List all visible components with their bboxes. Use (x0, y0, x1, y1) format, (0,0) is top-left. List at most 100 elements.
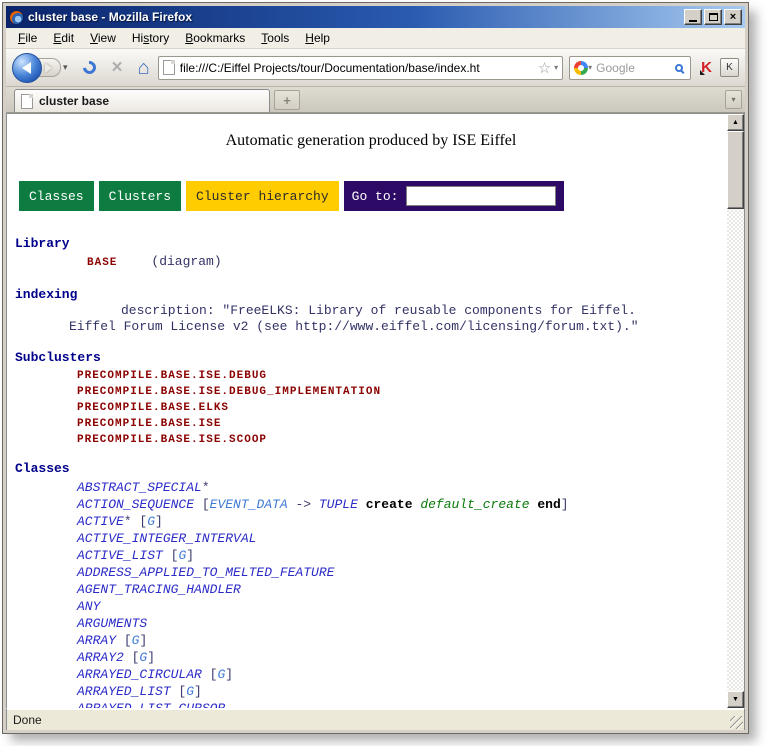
menu-item-history[interactable]: History (124, 29, 177, 47)
goto-input[interactable] (406, 186, 556, 206)
vertical-scrollbar[interactable]: ▲ ▼ (727, 114, 744, 708)
url-text[interactable]: file:///C:/Eiffel Projects/tour/Document… (180, 61, 533, 75)
home-icon[interactable]: ⌂ (138, 58, 150, 78)
code-text: ] (139, 633, 147, 648)
close-icon: × (730, 12, 736, 23)
forward-arrow-icon (45, 63, 52, 73)
code-text: ] (561, 497, 569, 512)
subcluster-link[interactable]: PRECOMPILE.BASE.ISE.SCOOP (77, 432, 727, 448)
kaspersky-icon[interactable]: K (701, 59, 712, 76)
class-row: ARRAY2 [G] (77, 649, 727, 666)
subcluster-list: PRECOMPILE.BASE.ISE.DEBUGPRECOMPILE.BASE… (15, 368, 727, 448)
back-button[interactable] (12, 53, 42, 83)
address-bar[interactable]: file:///C:/Eiffel Projects/tour/Document… (158, 56, 563, 80)
class-row: ANY (77, 598, 727, 615)
subcluster-link[interactable]: PRECOMPILE.BASE.ELKS (77, 400, 727, 416)
subcluster-link[interactable]: PRECOMPILE.BASE.ISE.DEBUG_IMPLEMENTATION (77, 384, 727, 400)
goto-label: Go to: (352, 189, 399, 204)
scroll-up-button[interactable]: ▲ (727, 114, 744, 131)
class-link[interactable]: ACTIVE_INTEGER_INTERVAL (77, 531, 256, 546)
library-entry: BASE (diagram) (15, 253, 727, 271)
class-link[interactable]: ARGUMENTS (77, 616, 147, 631)
maximize-button[interactable] (704, 9, 722, 25)
firefox-icon (9, 10, 24, 25)
code-text (358, 497, 366, 512)
subcluster-link[interactable]: PRECOMPILE.BASE.ISE (77, 416, 727, 432)
minimize-button[interactable] (684, 9, 702, 25)
diagram-link[interactable]: (diagram) (151, 254, 221, 269)
menu-item-file[interactable]: File (10, 29, 45, 47)
base-cluster-link[interactable]: BASE (87, 257, 117, 269)
search-icon[interactable] (675, 64, 683, 72)
code-text: ] (194, 684, 202, 699)
doc-button-row: Classes Clusters Cluster hierarchy Go to… (19, 181, 727, 211)
generic-param-link[interactable]: EVENT_DATA (210, 497, 288, 512)
class-link[interactable]: ACTIVE (77, 514, 124, 529)
page-content: Automatic generation produced by ISE Eif… (7, 114, 727, 708)
history-dropdown-icon[interactable]: ▾ (63, 62, 68, 73)
keyword-text: end (537, 497, 560, 512)
class-link[interactable]: ARRAYED_LIST_CURSOR (77, 701, 225, 708)
url-dropdown-icon[interactable]: ▾ (554, 63, 558, 72)
code-text: ] (155, 514, 163, 529)
class-link[interactable]: ARRAYED_CIRCULAR (77, 667, 202, 682)
class-link[interactable]: ARRAY (77, 633, 116, 648)
code-text: [ (116, 633, 132, 648)
subcluster-link[interactable]: PRECOMPILE.BASE.ISE.DEBUG (77, 368, 727, 384)
page-banner: Automatic generation produced by ISE Eif… (15, 132, 727, 150)
scroll-down-button[interactable]: ▼ (727, 691, 744, 708)
indexing-description-line1: description: "FreeELKS: Library of reusa… (121, 303, 727, 319)
generic-param-link[interactable]: G (186, 684, 194, 699)
title-bar[interactable]: cluster base - Mozilla Firefox × (6, 6, 745, 28)
code-text: * (202, 480, 210, 495)
code-text: [ (163, 548, 179, 563)
class-list: ABSTRACT_SPECIAL* ACTION_SEQUENCE [ EVENT_… (15, 479, 727, 708)
class-link[interactable]: ABSTRACT_SPECIAL (77, 480, 202, 495)
reload-icon[interactable] (80, 58, 98, 76)
feature-link[interactable]: default_create (420, 497, 529, 512)
tab-cluster-base[interactable]: cluster base (14, 89, 270, 112)
window-controls: × (684, 9, 742, 25)
scrollbar-thumb[interactable] (727, 131, 744, 209)
classes-heading: Classes (15, 461, 727, 477)
list-tabs-button[interactable]: ▾ (725, 90, 742, 109)
class-link[interactable]: ARRAYED_LIST (77, 684, 171, 699)
menu-item-bookmarks[interactable]: Bookmarks (177, 29, 253, 47)
resize-grip[interactable] (730, 716, 743, 729)
generic-param-link[interactable]: G (147, 514, 155, 529)
menu-item-view[interactable]: View (82, 29, 124, 47)
class-link[interactable]: AGENT_TRACING_HANDLER (77, 582, 241, 597)
content-viewport: Automatic generation produced by ISE Eif… (6, 113, 745, 708)
new-tab-button[interactable]: + (274, 90, 300, 110)
bookmark-star-icon[interactable]: ☆ (538, 59, 551, 77)
class-row: ACTIVE_INTEGER_INTERVAL (77, 530, 727, 547)
class-row: ACTIVE* [G] (77, 513, 727, 530)
class-link[interactable]: ACTIVE_LIST (77, 548, 163, 563)
minimize-icon (689, 20, 697, 22)
search-box[interactable]: ▾ Google (569, 56, 691, 80)
class-link[interactable]: TUPLE (319, 497, 358, 512)
code-text: [ (171, 684, 187, 699)
classes-button[interactable]: Classes (19, 181, 94, 211)
stop-icon[interactable]: × (112, 58, 123, 77)
search-engine-dropdown-icon[interactable]: ▾ (588, 63, 592, 72)
k-toolbar-button[interactable]: K (720, 58, 739, 77)
google-icon (574, 61, 588, 75)
keyword-text: create (366, 497, 413, 512)
class-row: ACTIVE_LIST [G] (77, 547, 727, 564)
class-link[interactable]: ARRAY2 (77, 650, 124, 665)
class-link[interactable]: ADDRESS_APPLIED_TO_MELTED_FEATURE (77, 565, 334, 580)
search-placeholder[interactable]: Google (596, 61, 671, 75)
class-row: ARGUMENTS (77, 615, 727, 632)
class-row: ARRAYED_LIST_CURSOR (77, 700, 727, 708)
clusters-button[interactable]: Clusters (99, 181, 181, 211)
class-link[interactable]: ACTION_SEQUENCE (77, 497, 194, 512)
close-button[interactable]: × (724, 9, 742, 25)
class-row: AGENT_TRACING_HANDLER (77, 581, 727, 598)
menu-item-edit[interactable]: Edit (45, 29, 82, 47)
class-link[interactable]: ANY (77, 599, 100, 614)
menu-item-tools[interactable]: Tools (253, 29, 297, 47)
cluster-hierarchy-button[interactable]: Cluster hierarchy (186, 181, 339, 211)
class-row: ADDRESS_APPLIED_TO_MELTED_FEATURE (77, 564, 727, 581)
menu-item-help[interactable]: Help (297, 29, 338, 47)
